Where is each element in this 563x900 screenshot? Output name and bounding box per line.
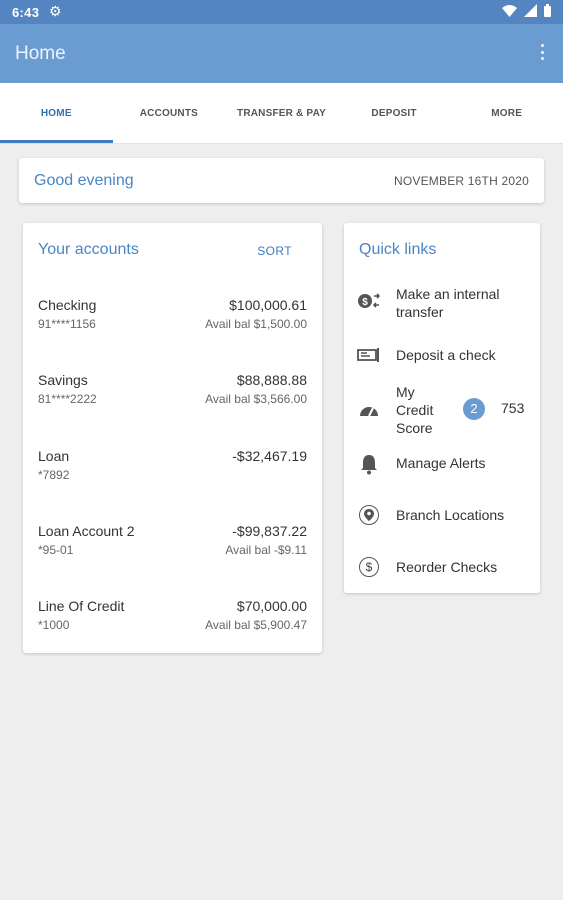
account-name: Loan: [38, 448, 70, 464]
quick-link-label: Make an internal transfer: [396, 286, 500, 320]
credit-score-value: 753: [501, 400, 525, 416]
account-available: Avail bal $5,900.47: [205, 618, 307, 632]
tab-transfer-pay[interactable]: TRANSFER & PAY: [225, 83, 338, 143]
quick-link-manage-alerts[interactable]: Manage Alerts: [344, 452, 540, 478]
greeting-card: Good evening NOVEMBER 16TH 2020: [19, 158, 544, 203]
account-name: Checking: [38, 297, 97, 313]
quick-link-deposit-check[interactable]: Deposit a check: [344, 344, 540, 368]
bell-icon: [356, 451, 382, 477]
overflow-menu-icon[interactable]: [539, 44, 545, 64]
greeting-text: Good evening: [34, 172, 134, 189]
battery-icon: [544, 4, 551, 17]
account-row-loan[interactable]: Loan *7892 -$32,467.19: [23, 448, 322, 508]
accounts-title: Your accounts: [38, 241, 139, 258]
svg-text:$: $: [362, 297, 368, 308]
settings-gear-icon: ⚙: [49, 3, 62, 19]
account-balance: $100,000.61: [229, 297, 307, 313]
wifi-icon: [502, 4, 517, 17]
account-number: 81****2222: [38, 392, 97, 406]
account-name: Line Of Credit: [38, 598, 125, 614]
account-balance: $70,000.00: [236, 598, 307, 614]
status-time: 6:43: [12, 5, 40, 20]
account-number: *95-01: [38, 543, 74, 557]
account-name: Savings: [38, 372, 88, 388]
quick-links-title: Quick links: [359, 241, 437, 258]
greeting-date: NOVEMBER 16TH 2020: [394, 174, 529, 188]
account-number: 91****1156: [38, 317, 96, 331]
check-deposit-icon: [356, 342, 382, 368]
transfer-icon: $: [356, 288, 382, 314]
status-icons: [502, 4, 551, 17]
account-number: *1000: [38, 618, 70, 632]
tab-bar: HOME ACCOUNTS TRANSFER & PAY DEPOSIT MOR…: [0, 83, 563, 144]
accounts-card: Your accounts SORT Checking 91****1156 $…: [23, 223, 322, 653]
account-available: Avail bal $3,566.00: [205, 392, 307, 406]
account-available: Avail bal -$9.11: [225, 543, 307, 557]
quick-link-label: Branch Locations: [396, 507, 505, 523]
account-available: Avail bal $1,500.00: [205, 317, 307, 331]
page-title: Home: [15, 43, 66, 64]
tab-accounts[interactable]: ACCOUNTS: [113, 83, 226, 143]
account-row-line-of-credit[interactable]: Line Of Credit *1000 $70,000.00 Avail ba…: [23, 598, 322, 658]
tab-home[interactable]: HOME: [0, 83, 113, 143]
account-row-savings[interactable]: Savings 81****2222 $88,888.88 Avail bal …: [23, 372, 322, 432]
quick-link-reorder-checks[interactable]: $ Reorder Checks: [344, 556, 540, 582]
account-name: Loan Account 2: [38, 523, 135, 539]
credit-score-badge: 2: [463, 398, 485, 420]
quick-link-branch-locations[interactable]: Branch Locations: [344, 504, 540, 530]
quick-link-label: Deposit a check: [396, 347, 496, 363]
quick-links-card: Quick links $ Make an internal transfer …: [344, 223, 540, 593]
sort-button[interactable]: SORT: [257, 244, 292, 258]
location-pin-icon: [356, 502, 382, 528]
gauge-icon: [356, 397, 382, 423]
quick-link-label: My Credit Score: [396, 384, 434, 436]
status-bar: 6:43 ⚙: [0, 0, 563, 24]
tab-more[interactable]: MORE: [450, 83, 563, 143]
account-row-checking[interactable]: Checking 91****1156 $100,000.61 Avail ba…: [23, 297, 322, 357]
dollar-icon: $: [356, 554, 382, 580]
quick-link-label: Manage Alerts: [396, 455, 486, 471]
account-balance: -$32,467.19: [232, 448, 307, 464]
quick-link-label: Reorder Checks: [396, 559, 498, 575]
account-balance: -$99,837.22: [232, 523, 307, 539]
account-balance: $88,888.88: [236, 372, 307, 388]
app-bar: Home: [0, 24, 563, 83]
tab-deposit[interactable]: DEPOSIT: [338, 83, 451, 143]
account-number: *7892: [38, 468, 70, 482]
signal-icon: [524, 4, 537, 17]
account-row-loan-account-2[interactable]: Loan Account 2 *95-01 -$99,837.22 Avail …: [23, 523, 322, 583]
quick-link-internal-transfer[interactable]: $ Make an internal transfer: [344, 285, 540, 321]
